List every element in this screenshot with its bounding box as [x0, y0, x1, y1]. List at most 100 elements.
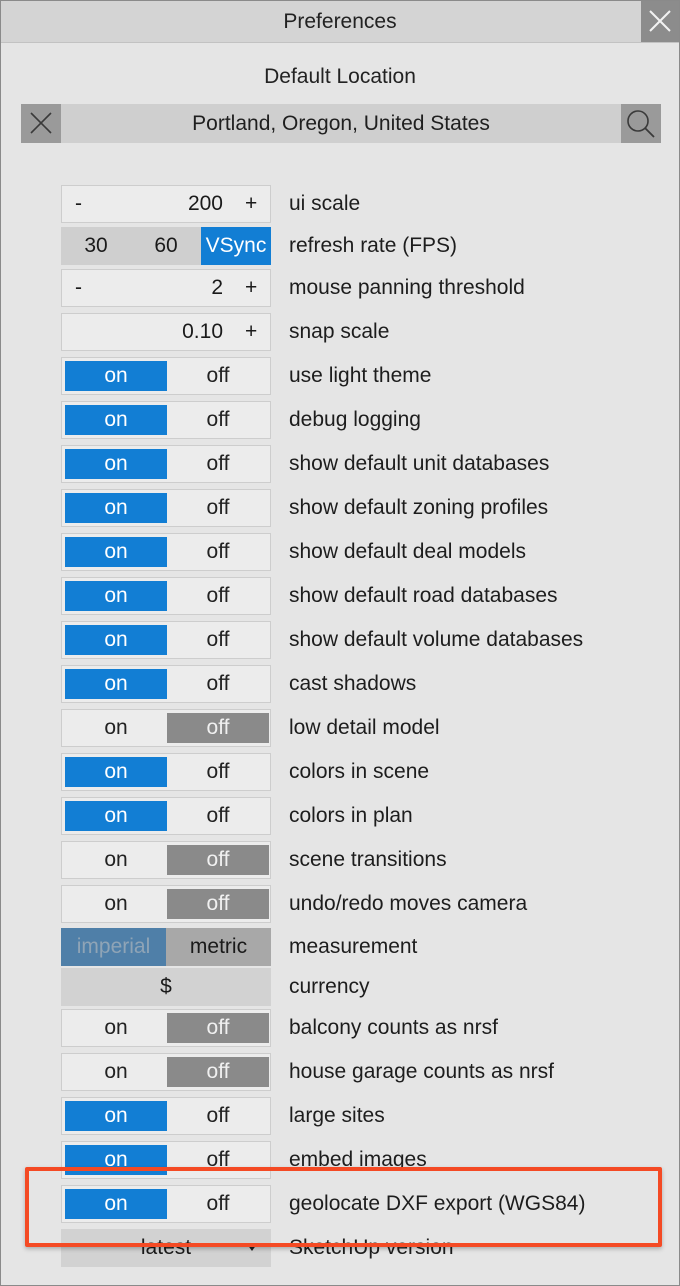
toggle-on-button[interactable]: on [65, 713, 167, 743]
mouse-panning-decrement-button[interactable]: - [75, 269, 82, 307]
toggle-off-button[interactable]: off [167, 537, 269, 567]
toggle-on-button[interactable]: on [65, 889, 167, 919]
toggle-label: balcony counts as nrsf [289, 1016, 498, 1039]
toggle-on-button[interactable]: on [65, 581, 167, 611]
setting-toggle-row: on off low detail model [61, 709, 679, 747]
currency-field[interactable]: $ [61, 968, 271, 1006]
toggle-off-button[interactable]: off [167, 757, 269, 787]
setting-toggle-row: on off colors in plan [61, 797, 679, 835]
toggle-on-button[interactable]: on [65, 669, 167, 699]
currency-value: $ [160, 975, 172, 998]
toggle-off-button[interactable]: off [167, 713, 269, 743]
toggle-control: on off [61, 445, 271, 483]
toggle-on-button[interactable]: on [65, 845, 167, 875]
preferences-window: Preferences Default Location Portland, O… [0, 0, 680, 1286]
toggle-control: on off [61, 533, 271, 571]
toggle-label: scene transitions [289, 848, 447, 871]
toggle-on-button[interactable]: on [65, 1101, 167, 1131]
toggle-on-button[interactable]: on [65, 1057, 167, 1087]
toggle-on-button[interactable]: on [65, 493, 167, 523]
toggle-control: on off [61, 1097, 271, 1135]
setting-ui-scale: - 200 + ui scale [61, 185, 679, 223]
toggle-control: on off [61, 841, 271, 879]
refresh-rate-vsync-option[interactable]: VSync [201, 227, 271, 265]
toggle-on-button[interactable]: on [65, 1013, 167, 1043]
mouse-panning-stepper: - 2 + [61, 269, 271, 307]
setting-toggle-row: on off show default deal models [61, 533, 679, 571]
mouse-panning-increment-button[interactable]: + [245, 269, 257, 307]
toggle-on-button[interactable]: on [65, 757, 167, 787]
toggle-off-button[interactable]: off [167, 889, 269, 919]
window-title: Preferences [283, 10, 397, 33]
toggle-label: colors in scene [289, 760, 430, 783]
ui-scale-label: ui scale [289, 192, 361, 215]
toggle-off-button[interactable]: off [167, 845, 269, 875]
toggle-off-button[interactable]: off [167, 405, 269, 435]
imperial-option[interactable]: imperial [61, 928, 166, 966]
setting-refresh-rate: 30 60 VSync refresh rate (FPS) [61, 227, 679, 265]
metric-option[interactable]: metric [166, 928, 271, 966]
toggle-label: show default unit databases [289, 452, 550, 475]
snap-scale-stepper: 0.10 + [61, 313, 271, 351]
toggle-on-button[interactable]: on [65, 801, 167, 831]
toggle-off-button[interactable]: off [167, 625, 269, 655]
setting-toggle-row: on off scene transitions [61, 841, 679, 879]
clear-icon [30, 112, 52, 134]
close-button[interactable] [641, 1, 679, 42]
refresh-rate-label: refresh rate (FPS) [289, 234, 458, 257]
toggle-on-button[interactable]: on [65, 361, 167, 391]
toggle-control: on off [61, 401, 271, 439]
setting-toggle-row: on off show default zoning profiles [61, 489, 679, 527]
toggle-control: on off [61, 1009, 271, 1047]
toggle-label: house garage counts as nrsf [289, 1060, 555, 1083]
toggle-control: on off [61, 665, 271, 703]
setting-toggle-row: on off colors in scene [61, 753, 679, 791]
setting-snap-scale: 0.10 + snap scale [61, 313, 679, 351]
toggle-off-button[interactable]: off [167, 493, 269, 523]
setting-toggle-row: on off balcony counts as nrsf [61, 1009, 679, 1047]
toggle-off-button[interactable]: off [167, 449, 269, 479]
toggle-label: colors in plan [289, 804, 413, 827]
default-location-heading: Default Location [264, 65, 416, 88]
ui-scale-decrement-button[interactable]: - [75, 185, 82, 223]
ui-scale-value[interactable]: 200 [188, 185, 223, 223]
toggle-on-button[interactable]: on [65, 405, 167, 435]
setting-toggle-row: on off show default volume databases [61, 621, 679, 659]
toggle-control: on off [61, 489, 271, 527]
snap-scale-increment-button[interactable]: + [245, 313, 257, 351]
toggle-label: show default zoning profiles [289, 496, 549, 519]
toggle-label: large sites [289, 1104, 385, 1127]
mouse-panning-label: mouse panning threshold [289, 276, 525, 299]
toggle-on-button[interactable]: on [65, 449, 167, 479]
mouse-panning-value[interactable]: 2 [211, 269, 223, 307]
toggle-off-button[interactable]: off [167, 1013, 269, 1043]
setting-measurement: imperial metric measurement [61, 928, 679, 966]
measurement-label: measurement [289, 935, 418, 958]
toggle-off-button[interactable]: off [167, 1057, 269, 1087]
toggle-off-button[interactable]: off [167, 361, 269, 391]
location-input[interactable]: Portland, Oregon, United States [61, 104, 621, 143]
toggle-off-button[interactable]: off [167, 801, 269, 831]
refresh-rate-60-option[interactable]: 60 [131, 227, 201, 265]
snap-scale-value[interactable]: 0.10 [182, 313, 223, 351]
toggle-label: undo/redo moves camera [289, 892, 528, 915]
clear-location-button[interactable] [21, 104, 61, 143]
setting-toggle-row: on off house garage counts as nrsf [61, 1053, 679, 1091]
toggle-label: show default road databases [289, 584, 558, 607]
refresh-rate-30-option[interactable]: 30 [61, 227, 131, 265]
toggle-control: on off [61, 709, 271, 747]
highlight-box [25, 1167, 662, 1247]
toggle-control: on off [61, 357, 271, 395]
toggle-control: on off [61, 753, 271, 791]
toggle-off-button[interactable]: off [167, 669, 269, 699]
toggle-label: debug logging [289, 408, 421, 431]
toggle-off-button[interactable]: off [167, 1101, 269, 1131]
toggle-on-button[interactable]: on [65, 625, 167, 655]
ui-scale-increment-button[interactable]: + [245, 185, 257, 223]
title-bar: Preferences [1, 1, 679, 43]
setting-toggle-row: on off debug logging [61, 401, 679, 439]
toggle-off-button[interactable]: off [167, 581, 269, 611]
toggle-on-button[interactable]: on [65, 537, 167, 567]
setting-mouse-panning-threshold: - 2 + mouse panning threshold [61, 269, 679, 307]
search-location-button[interactable] [621, 104, 661, 143]
